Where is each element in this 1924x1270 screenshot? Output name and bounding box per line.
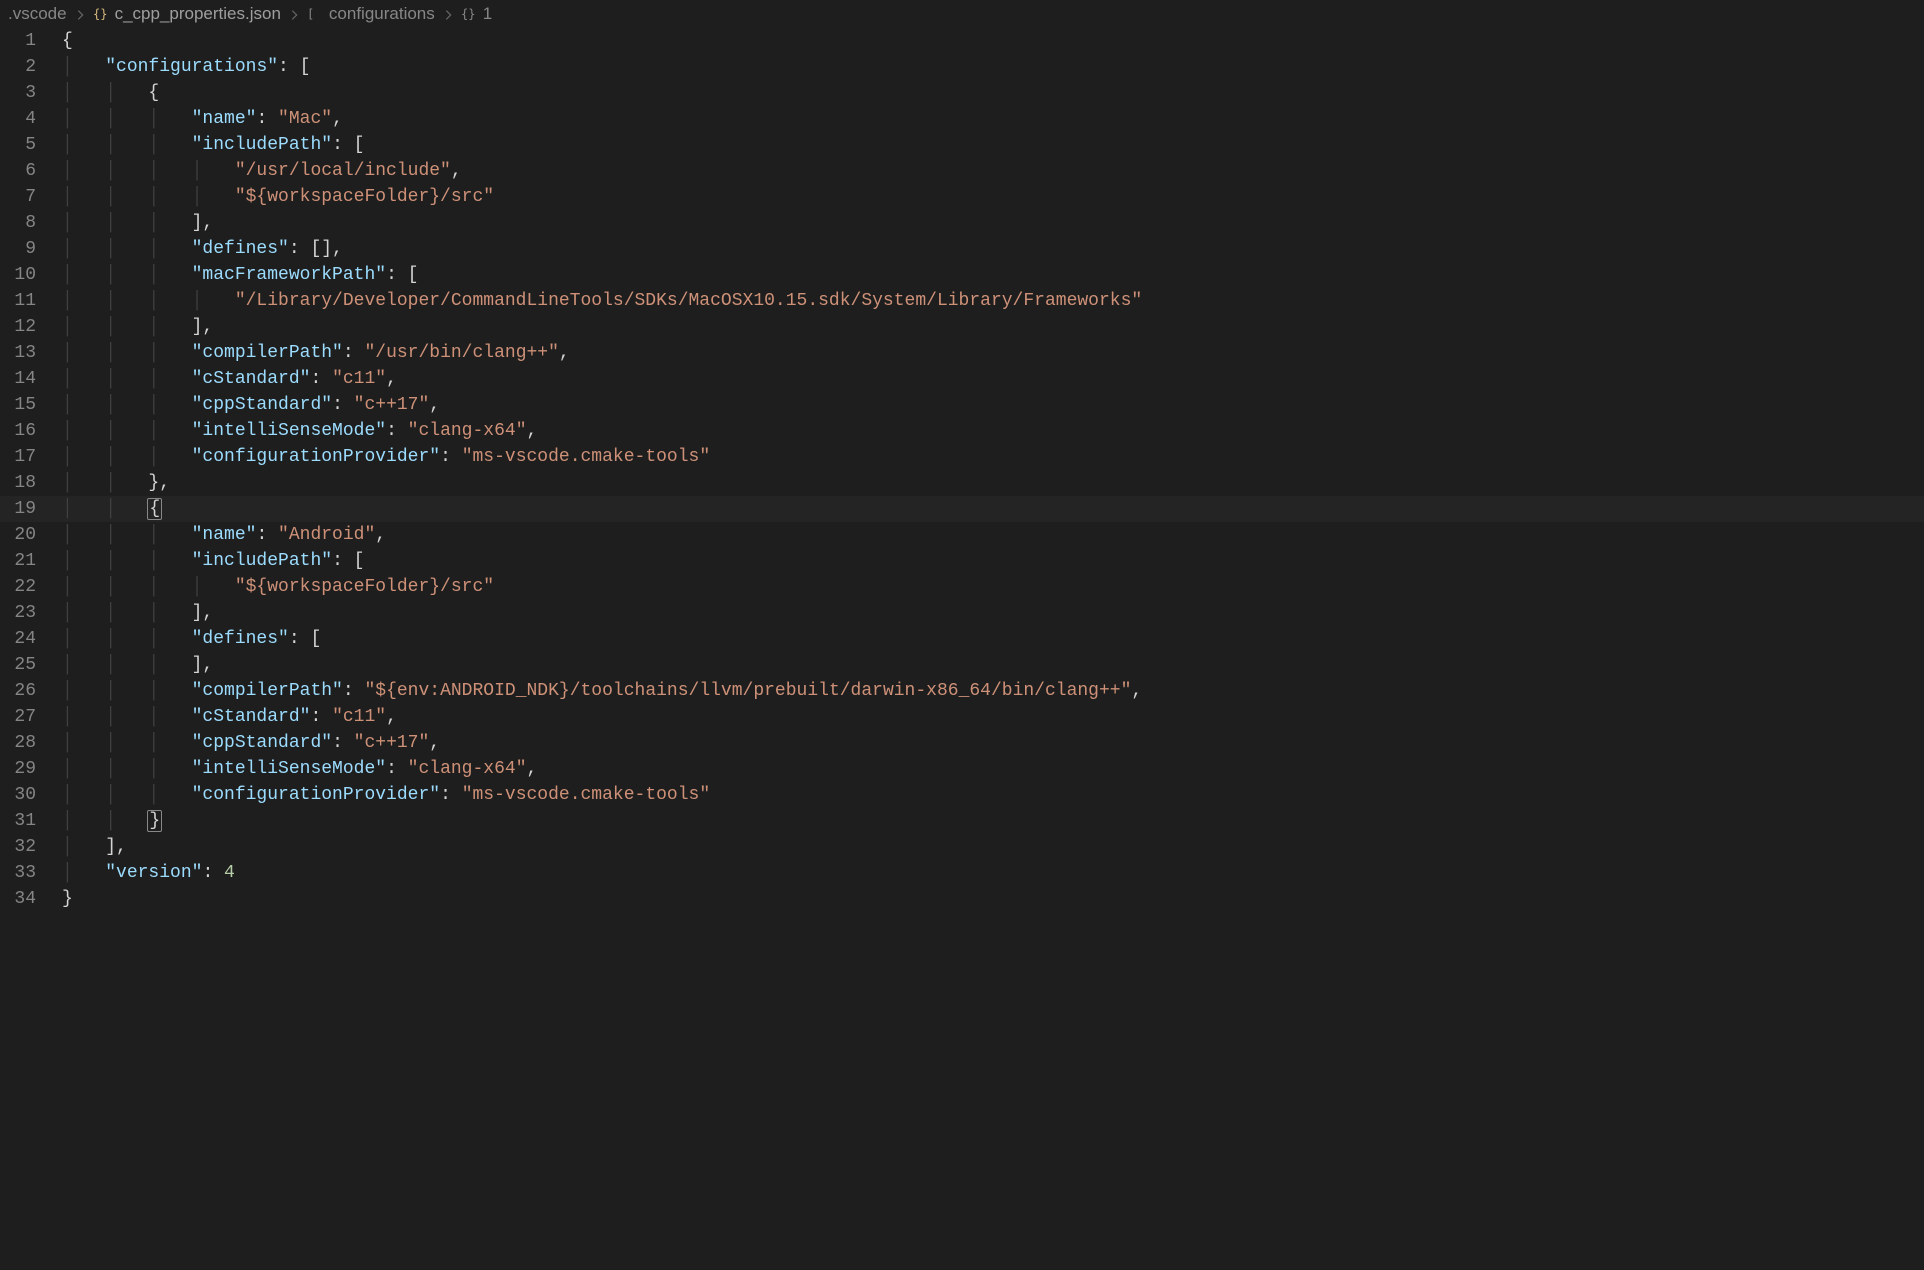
line-number: 22 (0, 574, 62, 600)
code-line[interactable]: 24│ │ │ "defines": [ (0, 626, 1924, 652)
breadcrumb-file[interactable]: c_cpp_properties.json (115, 4, 281, 24)
code-line[interactable]: 5│ │ │ "includePath": [ (0, 132, 1924, 158)
code-line[interactable]: 26│ │ │ "compilerPath": "${env:ANDROID_N… (0, 678, 1924, 704)
line-number: 8 (0, 210, 62, 236)
code-line[interactable]: 31│ │ } (0, 808, 1924, 834)
code-line[interactable]: 29│ │ │ "intelliSenseMode": "clang-x64", (0, 756, 1924, 782)
line-number: 25 (0, 652, 62, 678)
code-line[interactable]: 8│ │ │ ], (0, 210, 1924, 236)
code-line[interactable]: 30│ │ │ "configurationProvider": "ms-vsc… (0, 782, 1924, 808)
line-number: 3 (0, 80, 62, 106)
code-line[interactable]: 34} (0, 886, 1924, 912)
code-line[interactable]: 27│ │ │ "cStandard": "c11", (0, 704, 1924, 730)
code-line[interactable]: 23│ │ │ ], (0, 600, 1924, 626)
line-number: 5 (0, 132, 62, 158)
chevron-right-icon (73, 4, 87, 24)
breadcrumb-folder[interactable]: .vscode (8, 4, 67, 24)
line-number: 10 (0, 262, 62, 288)
code-line[interactable]: 9│ │ │ "defines": [], (0, 236, 1924, 262)
line-number: 32 (0, 834, 62, 860)
line-number: 2 (0, 54, 62, 80)
line-number: 19 (0, 496, 62, 522)
line-number: 12 (0, 314, 62, 340)
line-number: 17 (0, 444, 62, 470)
line-number: 13 (0, 340, 62, 366)
code-line[interactable]: 16│ │ │ "intelliSenseMode": "clang-x64", (0, 418, 1924, 444)
code-line[interactable]: 32│ ], (0, 834, 1924, 860)
code-editor[interactable]: 1{ 2│ "configurations": [ 3│ │ { 4│ │ │ … (0, 28, 1924, 1270)
line-number: 9 (0, 236, 62, 262)
line-number: 16 (0, 418, 62, 444)
svg-text:[ ]: [ ] (307, 7, 323, 21)
code-line[interactable]: 21│ │ │ "includePath": [ (0, 548, 1924, 574)
code-line[interactable]: 25│ │ │ ], (0, 652, 1924, 678)
line-number: 14 (0, 366, 62, 392)
object-icon: {} (461, 6, 477, 22)
array-icon: [ ] (307, 6, 323, 22)
line-number: 30 (0, 782, 62, 808)
breadcrumb[interactable]: .vscode {} c_cpp_properties.json [ ] con… (0, 0, 1924, 28)
code-line[interactable]: 12│ │ │ ], (0, 314, 1924, 340)
code-line[interactable]: 7│ │ │ │ "${workspaceFolder}/src" (0, 184, 1924, 210)
line-number: 23 (0, 600, 62, 626)
code-line[interactable]: 17│ │ │ "configurationProvider": "ms-vsc… (0, 444, 1924, 470)
breadcrumb-path-1[interactable]: configurations (329, 4, 435, 24)
matching-brace-close: } (147, 810, 162, 832)
code-line[interactable]: 1{ (0, 28, 1924, 54)
line-number: 34 (0, 886, 62, 912)
line-number: 24 (0, 626, 62, 652)
chevron-right-icon (441, 4, 455, 24)
code-line[interactable]: 4│ │ │ "name": "Mac", (0, 106, 1924, 132)
json-file-icon: {} (93, 6, 109, 22)
code-line[interactable]: 28│ │ │ "cppStandard": "c++17", (0, 730, 1924, 756)
line-number: 15 (0, 392, 62, 418)
line-number: 18 (0, 470, 62, 496)
line-number: 28 (0, 730, 62, 756)
line-number: 26 (0, 678, 62, 704)
code-line[interactable]: 3│ │ { (0, 80, 1924, 106)
line-number: 29 (0, 756, 62, 782)
svg-text:{}: {} (461, 7, 475, 21)
code-line[interactable]: 10│ │ │ "macFrameworkPath": [ (0, 262, 1924, 288)
code-line-current[interactable]: 19│ │ { (0, 496, 1924, 522)
code-line[interactable]: 2│ "configurations": [ (0, 54, 1924, 80)
code-line[interactable]: 20│ │ │ "name": "Android", (0, 522, 1924, 548)
code-line[interactable]: 22│ │ │ │ "${workspaceFolder}/src" (0, 574, 1924, 600)
line-number: 21 (0, 548, 62, 574)
matching-brace-open: { (147, 498, 162, 520)
line-number: 20 (0, 522, 62, 548)
code-line[interactable]: 13│ │ │ "compilerPath": "/usr/bin/clang+… (0, 340, 1924, 366)
code-line[interactable]: 33│ "version": 4 (0, 860, 1924, 886)
line-number: 4 (0, 106, 62, 132)
line-number: 33 (0, 860, 62, 886)
line-number: 27 (0, 704, 62, 730)
line-number: 6 (0, 158, 62, 184)
line-number: 31 (0, 808, 62, 834)
svg-text:{}: {} (93, 7, 107, 21)
line-number: 1 (0, 28, 62, 54)
code-line[interactable]: 18│ │ }, (0, 470, 1924, 496)
code-line[interactable]: 11│ │ │ │ "/Library/Developer/CommandLin… (0, 288, 1924, 314)
code-line[interactable]: 6│ │ │ │ "/usr/local/include", (0, 158, 1924, 184)
code-line[interactable]: 14│ │ │ "cStandard": "c11", (0, 366, 1924, 392)
breadcrumb-path-2[interactable]: 1 (483, 4, 492, 24)
line-number: 7 (0, 184, 62, 210)
code-line[interactable]: 15│ │ │ "cppStandard": "c++17", (0, 392, 1924, 418)
chevron-right-icon (287, 4, 301, 24)
line-number: 11 (0, 288, 62, 314)
